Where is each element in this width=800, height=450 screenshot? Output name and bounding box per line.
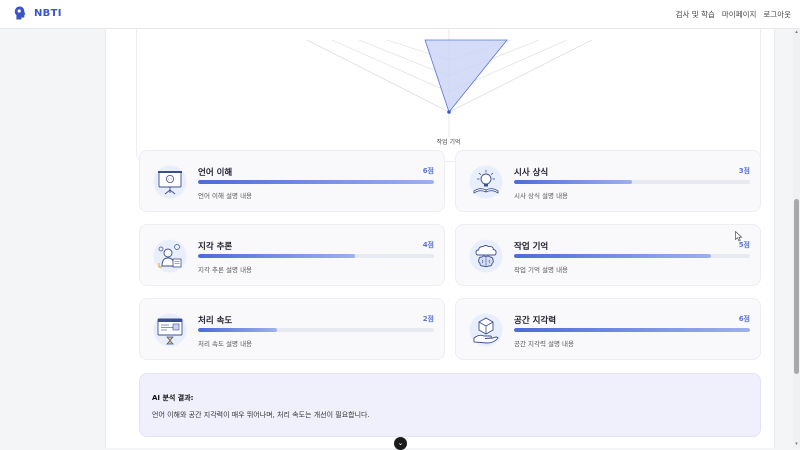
- progress-track: [514, 328, 750, 332]
- card-description: 지각 추론 설명 내용: [198, 266, 253, 274]
- reasoning-thinker-icon: [153, 239, 187, 273]
- scroll-up-arrow-icon[interactable]: ▴: [794, 30, 799, 35]
- logo-text: NBTI: [34, 7, 62, 19]
- progress-bar: [514, 254, 711, 258]
- card-title: 공간 지각력: [514, 316, 557, 326]
- score-card-language: 언어 이해 6점 언어 이해 설명 내용: [139, 150, 445, 212]
- chevron-down-icon: ⌄: [397, 439, 404, 447]
- radar-axis-label-working-memory: 작업 기억: [436, 139, 461, 146]
- card-score: 4점: [422, 241, 434, 249]
- progress-track: [198, 180, 434, 184]
- card-score: 2점: [422, 315, 434, 323]
- radar-chart-card: 작업 기억: [136, 19, 761, 162]
- progress-bar: [198, 254, 356, 258]
- card-description: 공간 지각력 설명 내용: [514, 340, 575, 348]
- nav-link-test-learning[interactable]: 검사 및 학습: [676, 9, 715, 20]
- card-score: 3점: [738, 167, 750, 175]
- score-card-current-affairs: 시사 상식 3점 시사 상식 설명 내용: [455, 150, 761, 212]
- card-score: 6점: [422, 167, 434, 175]
- nav-link-logout[interactable]: 로그아웃: [763, 9, 791, 20]
- logo[interactable]: NBTI: [14, 6, 62, 20]
- card-title: 시사 상식: [514, 168, 549, 178]
- card-description: 처리 속도 설명 내용: [198, 340, 253, 348]
- progress-bar: [198, 328, 277, 332]
- scroll-down-arrow-icon[interactable]: ▾: [794, 442, 799, 447]
- progress-track: [514, 180, 750, 184]
- ai-analysis-title: AI 분석 결과:: [152, 394, 194, 402]
- card-description: 시사 상식 설명 내용: [514, 192, 569, 200]
- page-scrollbar[interactable]: ▴ ▾: [793, 29, 800, 448]
- main-content: 작업 기억 언어 이해 6점 언어 이해 설명 내용 시사 상식 3점 시사 상…: [105, 19, 775, 448]
- nav-link-mypage[interactable]: 마이페이지: [722, 9, 757, 20]
- hand-cube-icon: [469, 313, 503, 347]
- card-description: 언어 이해 설명 내용: [198, 192, 253, 200]
- head-profile-icon: [14, 6, 26, 20]
- ai-analysis-text: 언어 이해와 공간 지각력이 매우 뛰어나며, 처리 속도는 개선이 필요합니다…: [152, 411, 370, 419]
- card-score: 6점: [738, 315, 750, 323]
- score-card-perceptual-reasoning: 지각 추론 4점 지각 추론 설명 내용: [139, 224, 445, 286]
- progress-track: [514, 254, 750, 258]
- mouse-pointer-icon: [735, 231, 743, 242]
- top-navigation-bar: NBTI 검사 및 학습 마이페이지 로그아웃: [0, 0, 800, 29]
- presentation-board-icon: [153, 165, 187, 199]
- scrollbar-thumb[interactable]: [794, 199, 799, 374]
- nav-links: 검사 및 학습 마이페이지 로그아웃: [676, 9, 791, 20]
- open-book-lightbulb-icon: [469, 165, 503, 199]
- score-card-working-memory: 작업 기억 5점 작업 기억 설명 내용: [455, 224, 761, 286]
- progress-bar: [514, 328, 750, 332]
- card-title: 작업 기억: [514, 242, 549, 252]
- progress-bar: [514, 180, 632, 184]
- progress-bar: [198, 180, 434, 184]
- cloud-brain-icon: [469, 239, 503, 273]
- card-title: 언어 이해: [198, 168, 233, 178]
- progress-track: [198, 254, 434, 258]
- scroll-down-button[interactable]: ⌄: [394, 437, 407, 450]
- card-title: 처리 속도: [198, 316, 233, 326]
- progress-track: [198, 328, 434, 332]
- card-description: 작업 기억 설명 내용: [514, 266, 569, 274]
- radar-point-working-memory: [447, 110, 451, 114]
- radar-score-area: [424, 39, 508, 113]
- score-card-processing-speed: 처리 속도 2점 처리 속도 설명 내용: [139, 298, 445, 360]
- score-card-spatial-perception: 공간 지각력 6점 공간 지각력 설명 내용: [455, 298, 761, 360]
- card-title: 지각 추론: [198, 242, 233, 252]
- computer-hourglass-icon: [153, 313, 187, 347]
- ai-analysis-box: AI 분석 결과: 언어 이해와 공간 지각력이 매우 뛰어나며, 처리 속도는…: [139, 373, 761, 437]
